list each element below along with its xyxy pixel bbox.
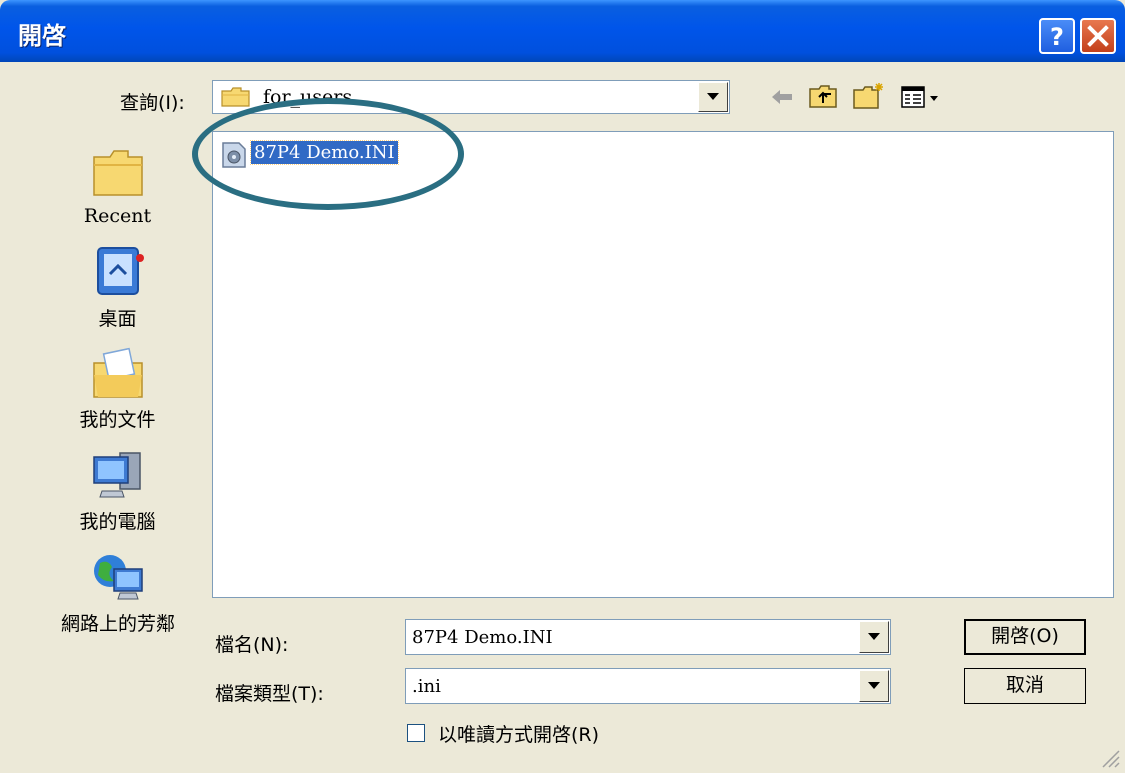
filename-dropdown-button[interactable]: [859, 621, 889, 653]
highlight-circle: [192, 98, 464, 210]
place-label-recent: Recent: [83, 205, 152, 227]
place-label-desktop: 桌面: [98, 308, 137, 330]
filetype-label: 檔案類型(T):: [215, 683, 324, 705]
folder-icon: [221, 87, 250, 107]
up-folder-icon[interactable]: [808, 83, 838, 109]
lookin-label: 查詢(I):: [120, 92, 185, 114]
open-button[interactable]: 開啓(O): [964, 619, 1086, 655]
close-button[interactable]: [1080, 18, 1116, 54]
my-documents-icon: [92, 347, 143, 398]
cancel-button[interactable]: 取消: [964, 668, 1086, 704]
new-folder-icon[interactable]: [852, 82, 886, 110]
filename-value[interactable]: 87P4 Demo.INI: [412, 627, 553, 648]
recent-folder-icon: [92, 150, 143, 196]
place-my-documents[interactable]: 我的文件: [55, 345, 180, 432]
place-desktop[interactable]: 桌面: [55, 244, 180, 331]
svg-text:?: ?: [1050, 23, 1064, 51]
filename-label: 檔名(N):: [215, 634, 289, 656]
place-network[interactable]: 網路上的芳鄰: [48, 549, 188, 636]
title-bar: 開啓 ?: [0, 0, 1125, 62]
network-places-icon: [94, 555, 143, 600]
chevron-down-icon: [707, 93, 719, 100]
readonly-checkbox[interactable]: [407, 724, 425, 742]
filetype-value: .ini: [412, 676, 441, 697]
chevron-down-icon: [868, 682, 880, 689]
place-recent[interactable]: Recent: [55, 145, 180, 227]
chevron-down-icon: [868, 633, 880, 640]
filetype-combo[interactable]: .ini: [405, 668, 891, 704]
back-icon[interactable]: [770, 87, 794, 107]
lookin-dropdown-button[interactable]: [698, 82, 728, 112]
my-computer-icon: [92, 452, 141, 498]
place-label-network: 網路上的芳鄰: [60, 613, 175, 635]
close-icon: [1087, 25, 1109, 47]
window-title: 開啓: [18, 22, 66, 50]
filetype-dropdown-button[interactable]: [859, 670, 889, 702]
view-menu-icon[interactable]: [900, 84, 948, 110]
readonly-label: 以唯讀方式開啓(R): [438, 724, 600, 746]
place-label-my-documents: 我的文件: [79, 409, 156, 431]
desktop-icon: [96, 247, 144, 295]
place-my-computer[interactable]: 我的電腦: [55, 447, 180, 534]
help-icon: ?: [1050, 23, 1064, 51]
open-dialog: 開啓 ? 查詢(I): for_users Recent 桌面 我的文件 我的電…: [0, 0, 1125, 773]
resize-grip[interactable]: [1097, 745, 1121, 769]
place-label-my-computer: 我的電腦: [79, 511, 156, 533]
help-button[interactable]: ?: [1039, 18, 1075, 54]
filename-combo[interactable]: 87P4 Demo.INI: [405, 619, 891, 655]
